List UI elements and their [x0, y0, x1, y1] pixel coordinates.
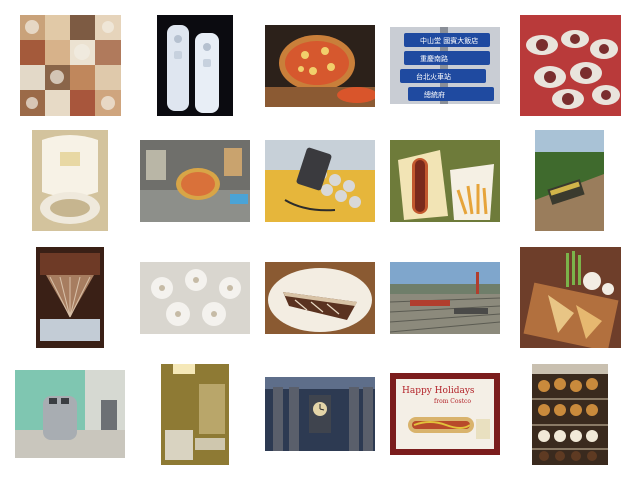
thumbnail-flower-cake[interactable] — [140, 262, 250, 334]
thumbnail-street-signs[interactable]: 中山堂 國賓大飯店 重慶南路 台北火車站 總統府 — [390, 27, 500, 104]
sign-text-3: 台北火車站 — [416, 72, 451, 81]
thumbnail-rail-yard[interactable] — [390, 262, 500, 334]
thumbnail-canopy-bed[interactable] — [36, 247, 104, 348]
thumbnail-bathroom[interactable] — [161, 364, 229, 465]
thumbnail-pizza-cluttered-table[interactable] — [140, 140, 250, 222]
sign-text-2: 重慶南路 — [420, 54, 448, 63]
thumbnail-train[interactable] — [535, 130, 604, 231]
thumbnail-toaster-kitchen[interactable] — [15, 370, 125, 458]
thumbnail-toilet[interactable] — [32, 130, 108, 231]
thumbnail-table-dishes[interactable] — [520, 15, 621, 116]
sign-text-4: 總統府 — [424, 90, 445, 99]
sign-text-1: 中山堂 國賓大飯店 — [420, 36, 478, 45]
thumbnail-pie-slice[interactable] — [265, 262, 375, 334]
thumbnail-phone-on-stand[interactable] — [265, 140, 375, 222]
thumbnail-hotdog-fries[interactable] — [390, 140, 500, 222]
thumbnail-building-clock[interactable] — [265, 377, 375, 451]
thumbnail-pizza-board[interactable] — [265, 25, 375, 107]
tray-text-2: from Costco — [434, 398, 471, 405]
thumbnail-holiday-hotdog-tray[interactable]: Happy Holidays from Costco — [390, 373, 500, 455]
thumbnail-donut-display[interactable] — [532, 364, 608, 465]
thumbnail-plated-food-flowers[interactable] — [520, 247, 621, 348]
tray-text-1: Happy Holidays — [402, 386, 475, 396]
thumbnail-game-remotes[interactable] — [157, 15, 233, 116]
thumbnail-food-collage[interactable] — [20, 15, 121, 116]
